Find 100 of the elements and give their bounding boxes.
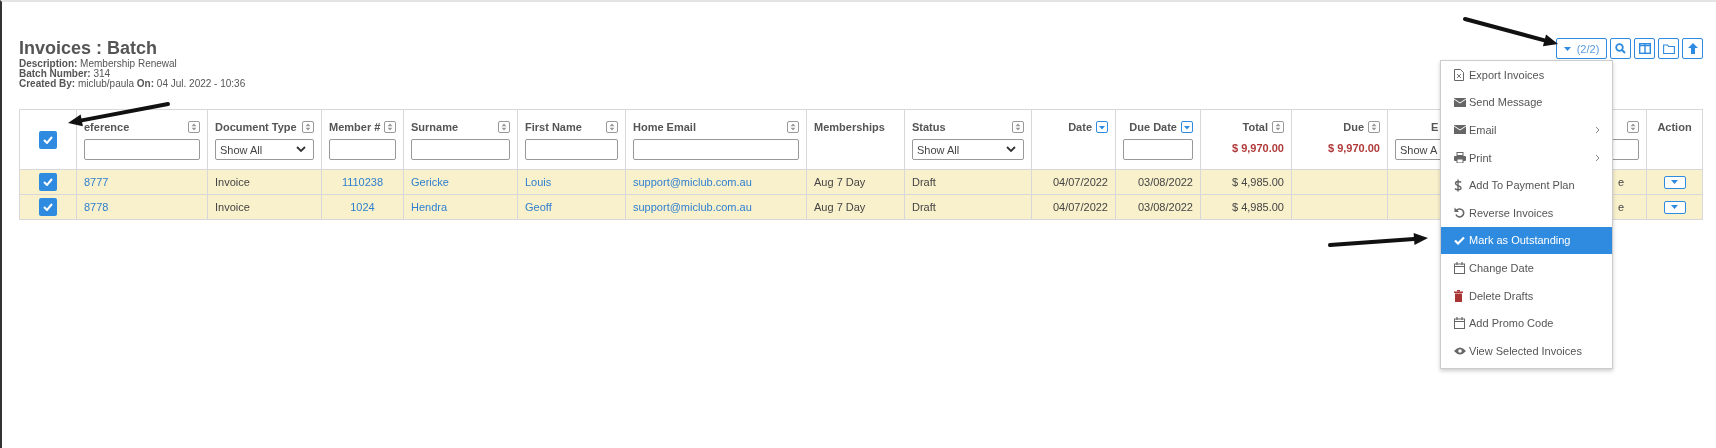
menu-item[interactable]: Send Message	[1441, 88, 1612, 117]
column-header: Status	[912, 121, 946, 133]
table-cell: 03/08/2022	[1115, 169, 1201, 195]
column-total: $ 9,970.00	[1327, 142, 1380, 154]
caret-icon	[1563, 46, 1571, 51]
column-header: First Name	[525, 121, 582, 133]
sort-descending-icon[interactable]	[1096, 121, 1108, 133]
table-cell: $ 4,985.00	[1200, 194, 1292, 220]
table-cell: Draft	[904, 194, 1032, 220]
table-cell: Aug 7 Day	[806, 169, 905, 195]
column-header: Date	[1068, 121, 1092, 133]
sort-icon[interactable]	[606, 121, 618, 133]
chevron-down-icon	[1006, 146, 1016, 153]
column-header: Memberships	[814, 121, 885, 133]
chevron-down-icon	[296, 146, 306, 153]
filter-dropdown[interactable]: Show All	[912, 139, 1024, 160]
filter-dropdown[interactable]: Show All	[215, 139, 314, 160]
table-cell: $ 4,985.00	[1200, 169, 1292, 195]
filter-field[interactable]	[84, 139, 200, 160]
filter-field[interactable]	[411, 139, 510, 160]
file-icon	[1454, 68, 1464, 81]
column-header: Home Email	[633, 121, 696, 133]
table-cell: 04/07/2022	[1031, 194, 1116, 220]
columns-button[interactable]	[1634, 38, 1655, 59]
column-header: Surname	[411, 121, 459, 133]
table-cell: Aug 7 Day	[806, 194, 905, 220]
sort-icon[interactable]	[498, 121, 510, 133]
eye-icon	[1454, 346, 1466, 355]
batch-detail: Created By: miclub/paula On: 04 Jul. 2022 - 10:36	[19, 79, 246, 89]
table-cell: 04/07/2022	[1031, 169, 1116, 195]
undo-icon	[1454, 207, 1465, 219]
link-cell[interactable]: 1110238	[321, 169, 404, 195]
menu-item[interactable]: Delete Drafts	[1441, 281, 1612, 310]
search-button[interactable]	[1610, 38, 1631, 59]
column-header: eference	[84, 121, 130, 133]
checkmark-icon	[43, 178, 53, 186]
column-header: Action	[1657, 121, 1692, 133]
column-header: Document Type	[215, 121, 297, 133]
sort-icon[interactable]	[787, 121, 799, 133]
sort-icon[interactable]	[384, 121, 397, 133]
envelope-icon	[1454, 125, 1466, 135]
envelope-icon	[1454, 97, 1466, 107]
link-cell[interactable]: Hendra	[403, 194, 518, 220]
filter-field[interactable]	[329, 139, 396, 160]
link-cell[interactable]: 1024	[321, 194, 404, 220]
column-header: Due Date	[1129, 121, 1177, 133]
folder-button[interactable]	[1658, 38, 1679, 59]
table-cell: Draft	[904, 169, 1032, 195]
dollar-icon	[1454, 178, 1462, 192]
link-cell[interactable]: Gericke	[403, 169, 518, 195]
upload-button[interactable]	[1682, 38, 1703, 59]
columns-icon	[1638, 43, 1651, 54]
check-icon	[1454, 235, 1465, 245]
sort-icon[interactable]	[302, 121, 314, 133]
menu-item[interactable]: Change Date	[1441, 254, 1612, 282]
table-cell: Invoice	[207, 169, 322, 195]
batch-detail: Description: Membership Renewal	[19, 59, 178, 69]
trash-icon	[1454, 289, 1463, 302]
column-total: $ 9,970.00	[1231, 142, 1284, 154]
checkbox[interactable]	[39, 173, 57, 191]
sort-icon[interactable]	[1272, 121, 1284, 133]
sort-icon[interactable]	[1012, 121, 1024, 133]
menu-item[interactable]: Export Invoices	[1441, 61, 1612, 89]
caret-icon	[1671, 180, 1678, 185]
link-cell[interactable]: 8777	[76, 169, 208, 195]
checkmark-icon	[43, 135, 53, 144]
table-cell: 03/08/2022	[1115, 194, 1201, 220]
sort-icon[interactable]	[1368, 121, 1380, 133]
link-cell[interactable]: support@miclub.com.au	[625, 169, 807, 195]
row-action-button[interactable]	[1663, 175, 1686, 189]
calendar-icon	[1454, 261, 1465, 274]
column-header: E	[1431, 121, 1439, 133]
checkbox[interactable]	[39, 130, 57, 149]
calendar-icon	[1454, 317, 1465, 330]
filter-field[interactable]	[525, 139, 618, 160]
menu-item[interactable]: Add Promo Code	[1441, 309, 1612, 337]
link-cell[interactable]: Louis	[517, 169, 626, 195]
filter-field[interactable]	[633, 139, 799, 160]
link-cell[interactable]: Geoff	[517, 194, 626, 220]
checkbox[interactable]	[39, 198, 57, 216]
sort-descending-icon[interactable]	[1181, 121, 1193, 133]
link-cell[interactable]: support@miclub.com.au	[625, 194, 807, 220]
sort-icon[interactable]	[188, 121, 200, 133]
page-title: Invoices : Batch	[19, 38, 159, 59]
printer-icon	[1454, 152, 1466, 164]
filter-field[interactable]	[1123, 139, 1193, 160]
column-header: Total	[1242, 121, 1268, 133]
menu-item[interactable]: View Selected Invoices	[1441, 336, 1612, 365]
row-action-button[interactable]	[1663, 200, 1686, 214]
menu-item[interactable]: Email	[1441, 116, 1612, 144]
checkmark-icon	[43, 203, 53, 211]
batch-detail: Batch Number: 314	[19, 69, 111, 79]
column-header: Due	[1343, 121, 1364, 133]
menu-item[interactable]: Print	[1441, 143, 1612, 172]
folder-icon	[1662, 43, 1675, 54]
arrow-up-icon	[1687, 43, 1698, 54]
caret-icon	[1671, 205, 1678, 210]
link-cell[interactable]: 8778	[76, 194, 208, 220]
sort-icon[interactable]	[1627, 121, 1639, 133]
menu-item[interactable]: Mark as Outstanding	[1441, 226, 1612, 255]
